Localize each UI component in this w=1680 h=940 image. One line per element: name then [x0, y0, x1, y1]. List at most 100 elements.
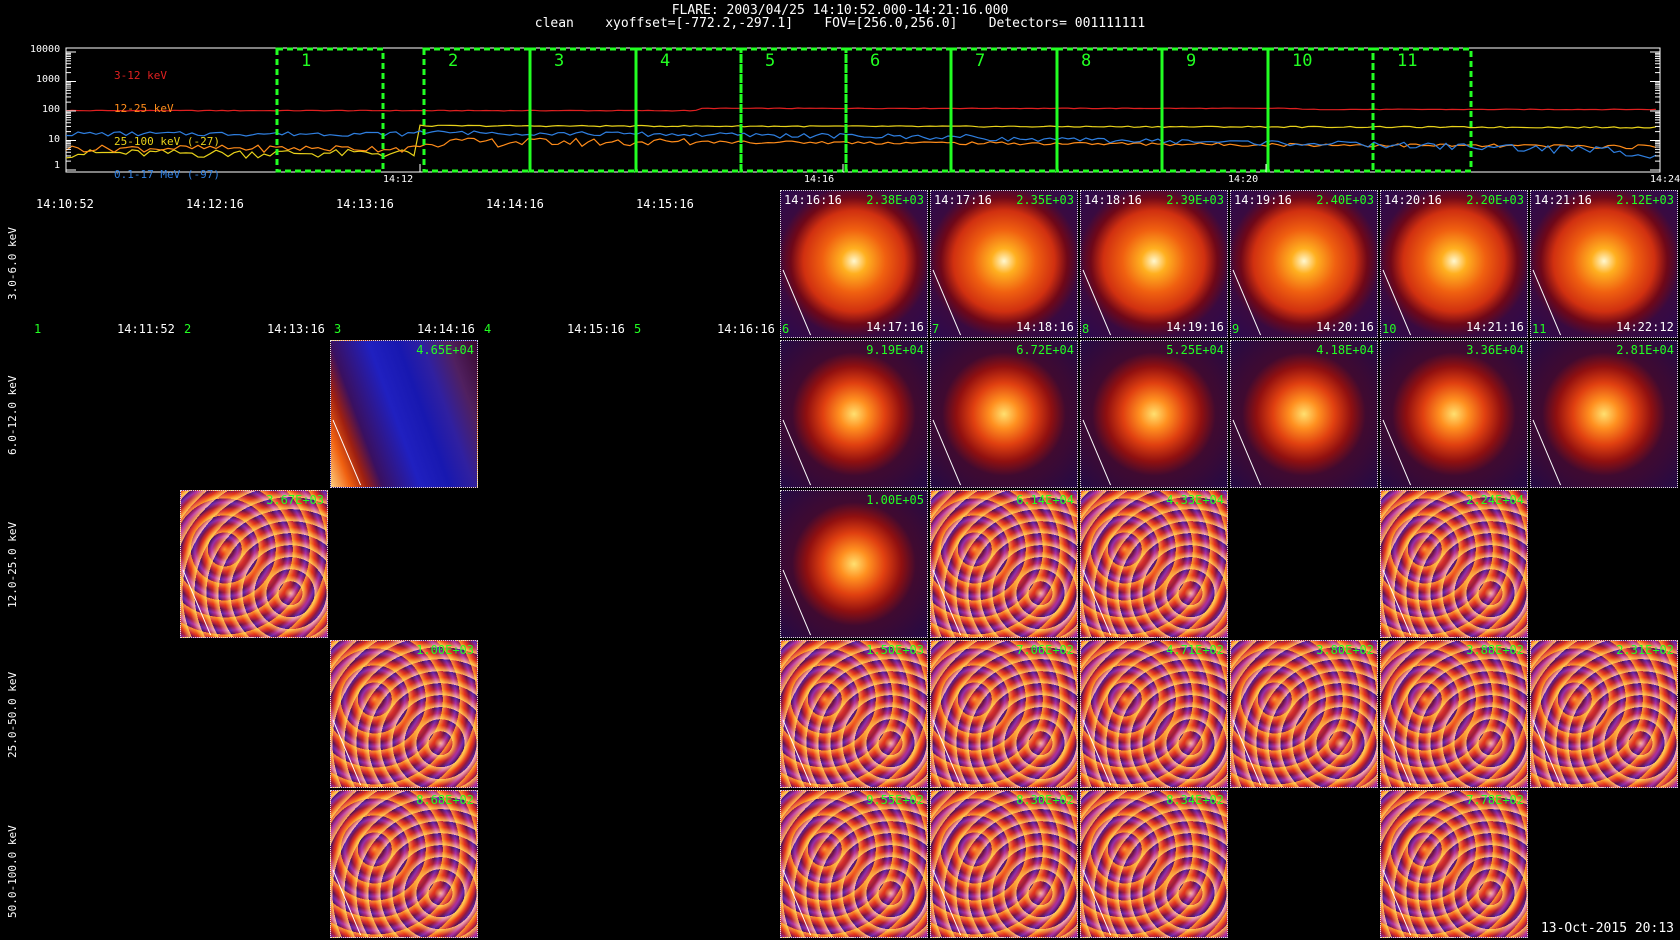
- frame-number: 4: [484, 322, 492, 336]
- image-panel: 14:20:16 2.20E+03: [1380, 190, 1528, 338]
- panel-peak-value: 2.35E+03: [1016, 193, 1074, 207]
- panel-time: 14:20:16: [1384, 193, 1442, 207]
- image-panel: 9.19E+04: [780, 340, 928, 488]
- panel-time: 14:17:16: [934, 193, 992, 207]
- panel-peak-value: 9.55E+02: [866, 793, 924, 807]
- series-25-100kev: [65, 124, 1657, 159]
- x-tick-label: 14:12: [383, 174, 414, 185]
- y-tick-label: 1000: [36, 74, 61, 85]
- energy-row-label: 12.0-25.0 keV: [6, 521, 19, 608]
- panel-peak-value: 4.71E+02: [1166, 643, 1224, 657]
- image-panel: 3.67E+03: [180, 490, 328, 638]
- x-tick-label: 14:24: [1650, 174, 1680, 185]
- image-panel: 8.34E+02: [1080, 790, 1228, 938]
- time-label: 14:16:16: [717, 322, 775, 336]
- panel-peak-value: 4.65E+04: [416, 343, 474, 357]
- image-panel: 4.33E+04: [1080, 490, 1228, 638]
- interval-number: 9: [1186, 51, 1197, 71]
- panel-time: 14:19:16: [1234, 193, 1292, 207]
- image-panel: 9.55E+02: [780, 790, 928, 938]
- interval-number: 5: [765, 51, 776, 71]
- time-label: 14:10:52: [36, 197, 94, 211]
- time-label: 14:14:16: [417, 322, 475, 336]
- panel-end-time: 14:21:16: [1466, 320, 1524, 334]
- legend-item: 3-12 keV: [114, 69, 167, 82]
- panel-peak-value: 6.14E+04: [1016, 493, 1074, 507]
- y-tick-label: 10: [48, 134, 61, 145]
- interval-number: 11: [1397, 51, 1418, 71]
- panel-peak-value: 2.39E+03: [1166, 193, 1224, 207]
- image-panel: 14:18:16 2.39E+03: [1080, 190, 1228, 338]
- image-panel: 8.68E+02: [330, 790, 478, 938]
- image-panel: 3.36E+04: [1380, 340, 1528, 488]
- lightcurve-plot: [65, 47, 1661, 173]
- series-3-12kev: [65, 107, 1657, 112]
- panel-peak-value: 2.31E+02: [1616, 643, 1674, 657]
- image-panel: 7.06E+02: [930, 640, 1078, 788]
- panel-peak-value: 4.33E+04: [1166, 493, 1224, 507]
- panel-peak-value: 7.06E+02: [1016, 643, 1074, 657]
- panel-end-time: 14:20:16: [1316, 320, 1374, 334]
- image-panel: 1.00E+05: [780, 490, 928, 638]
- image-panel: 2.81E+04: [1530, 340, 1678, 488]
- image-panel: 2.24E+04: [1380, 490, 1528, 638]
- image-panel: 3.88E+02: [1380, 640, 1528, 788]
- frame-number: 8: [1082, 322, 1090, 336]
- energy-row-label: 3.0-6.0 keV: [6, 227, 19, 300]
- panel-peak-value: 3.67E+03: [266, 493, 324, 507]
- image-panel: 1.50E+03: [780, 640, 928, 788]
- time-label: 14:14:16: [486, 197, 544, 211]
- x-tick-label: 14:20: [1228, 174, 1259, 185]
- panel-peak-value: 4.18E+04: [1316, 343, 1374, 357]
- image-panel: 4.65E+04: [330, 340, 478, 488]
- image-panel: 7.78E+02: [1380, 790, 1528, 938]
- panel-peak-value: 8.34E+02: [1166, 793, 1224, 807]
- interval-number: 1: [301, 51, 312, 71]
- image-panel: 14:16:16 2.38E+03: [780, 190, 928, 338]
- panel-peak-value: 2.40E+03: [1316, 193, 1374, 207]
- panel-peak-value: 6.72E+04: [1016, 343, 1074, 357]
- image-panel: 14:19:16 2.40E+03: [1230, 190, 1378, 338]
- panel-peak-value: 2.38E+03: [866, 193, 924, 207]
- interval-number: 2: [448, 51, 459, 71]
- energy-row-label: 6.0-12.0 keV: [6, 375, 19, 455]
- panel-peak-value: 3.80E+02: [1316, 643, 1374, 657]
- time-label: 14:15:16: [567, 322, 625, 336]
- frame-number: 11: [1532, 322, 1547, 336]
- panel-time: 14:18:16: [1084, 193, 1142, 207]
- panel-peak-value: 2.81E+04: [1616, 343, 1674, 357]
- legend-item: 25-100 keV (-27): [114, 135, 220, 148]
- panel-peak-value: 7.78E+02: [1466, 793, 1524, 807]
- interval-box: [844, 47, 953, 173]
- frame-number: 10: [1382, 322, 1397, 336]
- panel-peak-value: 1.00E+05: [866, 493, 924, 507]
- panel-peak-value: 1.50E+03: [866, 643, 924, 657]
- panel-peak-value: 8.68E+02: [416, 793, 474, 807]
- interval-number: 10: [1292, 51, 1313, 71]
- panel-peak-value: 3.36E+04: [1466, 343, 1524, 357]
- interval-box: [739, 47, 848, 173]
- date-stamp: 13-Oct-2015 20:13: [1540, 921, 1674, 936]
- interval-number: 8: [1081, 51, 1092, 71]
- frame-number: 2: [184, 322, 192, 336]
- image-panel: 4.18E+04: [1230, 340, 1378, 488]
- image-panel: 1.00E+03: [330, 640, 478, 788]
- legend-item: 12-25 keV: [114, 102, 174, 115]
- frame-number: 9: [1232, 322, 1240, 336]
- y-tick-label: 10000: [30, 44, 61, 55]
- energy-row-label: 50.0-100.0 keV: [6, 825, 19, 918]
- image-panel: 3.80E+02: [1230, 640, 1378, 788]
- energy-row-label: 25.0-50.0 keV: [6, 671, 19, 758]
- panel-end-time: 14:19:16: [1166, 320, 1224, 334]
- panel-peak-value: 2.12E+03: [1616, 193, 1674, 207]
- panel-peak-value: 2.20E+03: [1466, 193, 1524, 207]
- lightcurve-legend: 3-12 keV 12-25 keV 25-100 keV (-27) 0.1-…: [114, 48, 220, 191]
- time-label: 14:11:52: [117, 322, 175, 336]
- frame-number: 6: [782, 322, 790, 336]
- time-label: 14:13:16: [336, 197, 394, 211]
- frame-number: 3: [334, 322, 342, 336]
- image-panel: 14:17:16 2.35E+03: [930, 190, 1078, 338]
- series-12-25kev: [65, 137, 1657, 154]
- panel-time: 14:16:16: [784, 193, 842, 207]
- time-label: 14:12:16: [186, 197, 244, 211]
